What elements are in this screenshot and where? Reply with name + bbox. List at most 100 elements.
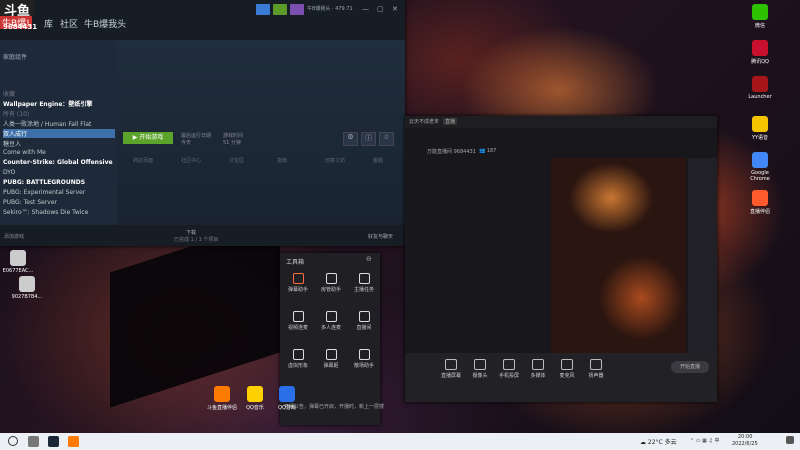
desktop-icon[interactable]: 斗鱼直播伴侣 [205, 386, 239, 411]
sidebar-game-item[interactable]: DYO [3, 169, 115, 176]
app-icon [752, 40, 768, 56]
downloads-button[interactable]: 下载 [186, 229, 196, 236]
steam-taskbar-icon[interactable] [48, 436, 59, 447]
steam-username[interactable]: 牛B爆我头 · 479.71 [307, 5, 353, 12]
settings-icon[interactable]: ⚙ [343, 132, 358, 146]
toolbox-item[interactable]: 弹幕姬 [315, 349, 347, 369]
nav-profile[interactable]: 牛B爆我头 [84, 17, 126, 30]
control-icon [474, 359, 486, 370]
desktop-icon[interactable]: 微信 [743, 4, 777, 29]
game-tab[interactable]: 指南 [277, 157, 287, 164]
live-control-button[interactable]: 麦克风 [551, 359, 583, 379]
control-label: 直播屏幕 [440, 373, 461, 379]
desktop-icon-label: QQ音乐 [246, 405, 264, 411]
app-icon [752, 4, 768, 20]
favorite-icon[interactable]: ☆ [379, 132, 394, 146]
app-icon [752, 152, 768, 168]
desktop-icon[interactable]: YY语音 [743, 116, 777, 141]
tray-icons[interactable]: ⌃ ▭ ▦ ♫ 中 [690, 437, 719, 444]
sidebar-header: 家庭组件 [3, 54, 28, 61]
task-view-icon[interactable] [28, 436, 39, 447]
live-control-bar: 直播屏幕 摄像头 手机投屏 多媒体 麦克风 扬声器 开始直播 [405, 353, 717, 402]
desktop-icon[interactable]: 腾讯QQ [743, 40, 777, 65]
game-tab[interactable]: 讨论区 [229, 157, 244, 164]
play-button[interactable]: ▶ 开始游戏 [123, 132, 173, 144]
app-icon [10, 250, 26, 266]
live-side-tools [688, 158, 717, 365]
control-icon [445, 359, 457, 370]
sidebar-game-item[interactable]: 所有 (10) [3, 109, 115, 118]
game-tab[interactable]: 社区中心 [181, 157, 201, 164]
desktop-icon[interactable]: Launcher [743, 76, 777, 100]
toolbox-item[interactable]: 直播间 [348, 311, 380, 331]
desktop-icon-label: E0677EAC... [2, 268, 34, 274]
sidebar-game-item[interactable]: 收藏 [3, 89, 115, 98]
control-icon [532, 359, 544, 370]
tool-label: 散场助手 [353, 363, 374, 369]
tool-label: 多人连麦 [320, 325, 341, 331]
steam-library-sidebar: 家庭组件 收藏 Wallpaper Engine：壁纸引擎 所有 (10) 人类一败涂… [0, 40, 117, 225]
live-title: 云天不成老末 [409, 119, 440, 125]
start-live-button[interactable]: 开始直播 [671, 361, 709, 373]
start-icon[interactable] [8, 436, 18, 446]
weather[interactable]: ☁ 22°C 多云 [640, 437, 677, 446]
avatar[interactable] [290, 4, 304, 15]
desktop-icon[interactable]: Google Chrome [743, 152, 777, 182]
desktop-icon[interactable]: 9027B7B4... [10, 276, 44, 300]
sidebar-game-item[interactable]: 双人成行 [3, 129, 115, 138]
live-control-button[interactable]: 摄像头 [464, 359, 496, 379]
toolbox-item[interactable]: 视频连麦 [282, 311, 314, 331]
game-tab[interactable]: 客服 [373, 157, 383, 164]
toolbox-close-icon[interactable]: ⊖ [366, 255, 372, 263]
sidebar-game-item[interactable]: Come with Me [3, 149, 115, 156]
game-tab[interactable]: 创意工坊 [325, 157, 345, 164]
info-icon[interactable]: ⓘ [361, 132, 376, 146]
sidebar-game-item[interactable]: 糖豆人 [3, 139, 115, 148]
clock-time[interactable]: 20:00 [738, 434, 752, 440]
room-line: 万能直播间 9684431 [427, 149, 476, 155]
preview-image [551, 158, 686, 353]
nav-community[interactable]: 社区 [60, 17, 78, 30]
close-icon[interactable]: ✕ [392, 5, 398, 13]
live-control-button[interactable]: 手机投屏 [493, 359, 525, 379]
toolbox-item[interactable]: 散场助手 [348, 349, 380, 369]
minimize-icon[interactable]: — [362, 5, 369, 13]
control-label: 多媒体 [530, 373, 546, 379]
nav-library[interactable]: 库 [44, 17, 53, 30]
tool-icon [358, 349, 370, 360]
live-taskbar-icon[interactable] [68, 436, 79, 447]
add-game-button[interactable]: 添加游戏 [4, 233, 24, 240]
broadcast-icon[interactable] [256, 4, 270, 15]
maximize-icon[interactable]: ▢ [377, 5, 384, 13]
desktop-icon-label: 微信 [754, 23, 765, 29]
desktop-icon[interactable]: 直播伴侣 [743, 190, 777, 215]
game-tab[interactable]: 商店页面 [133, 157, 153, 164]
playtime: 游戏时间 51 分钟 [223, 133, 244, 146]
notification-icon[interactable] [273, 4, 287, 15]
sidebar-game-item[interactable]: Counter-Strike: Global Offensive [3, 159, 115, 166]
sidebar-game-item[interactable]: 人类一败涂地 / Human Fall Flat [3, 119, 115, 128]
toolbox-item[interactable]: 弹幕助手 [282, 273, 314, 293]
steam-titlebar: 库 社区 牛B爆我头 牛B爆我头 · 479.71 — ▢ ✕ [0, 0, 405, 40]
sidebar-game-item[interactable]: Sekiro™: Shadows Die Twice [3, 209, 115, 216]
toolbox-item[interactable]: 主播任务 [348, 273, 380, 293]
app-icon [247, 386, 263, 402]
steam-game-panel: ▶ 开始游戏 最后运行日期 今天 游戏时间 51 分钟 ⚙ ⓘ ☆ 商店页面 社区中心… [117, 40, 405, 225]
toolbox-item[interactable]: 虚拟形象 [282, 349, 314, 369]
sidebar-game-item[interactable]: PUBG: Experimental Server [3, 189, 115, 196]
sidebar-game-item[interactable]: Wallpaper Engine：壁纸引擎 [3, 99, 115, 108]
toolbox-item[interactable]: 多人连麦 [315, 311, 347, 331]
clock-date[interactable]: 2022/6/25 [732, 441, 758, 447]
sidebar-game-item[interactable]: PUBG: Test Server [3, 199, 115, 206]
notification-center-icon[interactable] [786, 436, 794, 444]
sidebar-game-item[interactable]: PUBG: BATTLEGROUNDS [3, 179, 115, 186]
live-control-button[interactable]: 扬声器 [580, 359, 612, 379]
friends-chat-button[interactable]: 好友与聊天 [368, 233, 393, 240]
desktop-icon[interactable]: QQ音乐 [238, 386, 272, 411]
desktop-icon[interactable]: QQ游戏 [270, 386, 304, 411]
live-control-button[interactable]: 直播屏幕 [435, 359, 467, 379]
desktop-icon[interactable]: E0677EAC... [1, 250, 35, 274]
live-preview: 万能直播间 9684431 👥 187 [405, 128, 717, 365]
toolbox-item[interactable]: 房管助手 [315, 273, 347, 293]
live-control-button[interactable]: 多媒体 [522, 359, 554, 379]
